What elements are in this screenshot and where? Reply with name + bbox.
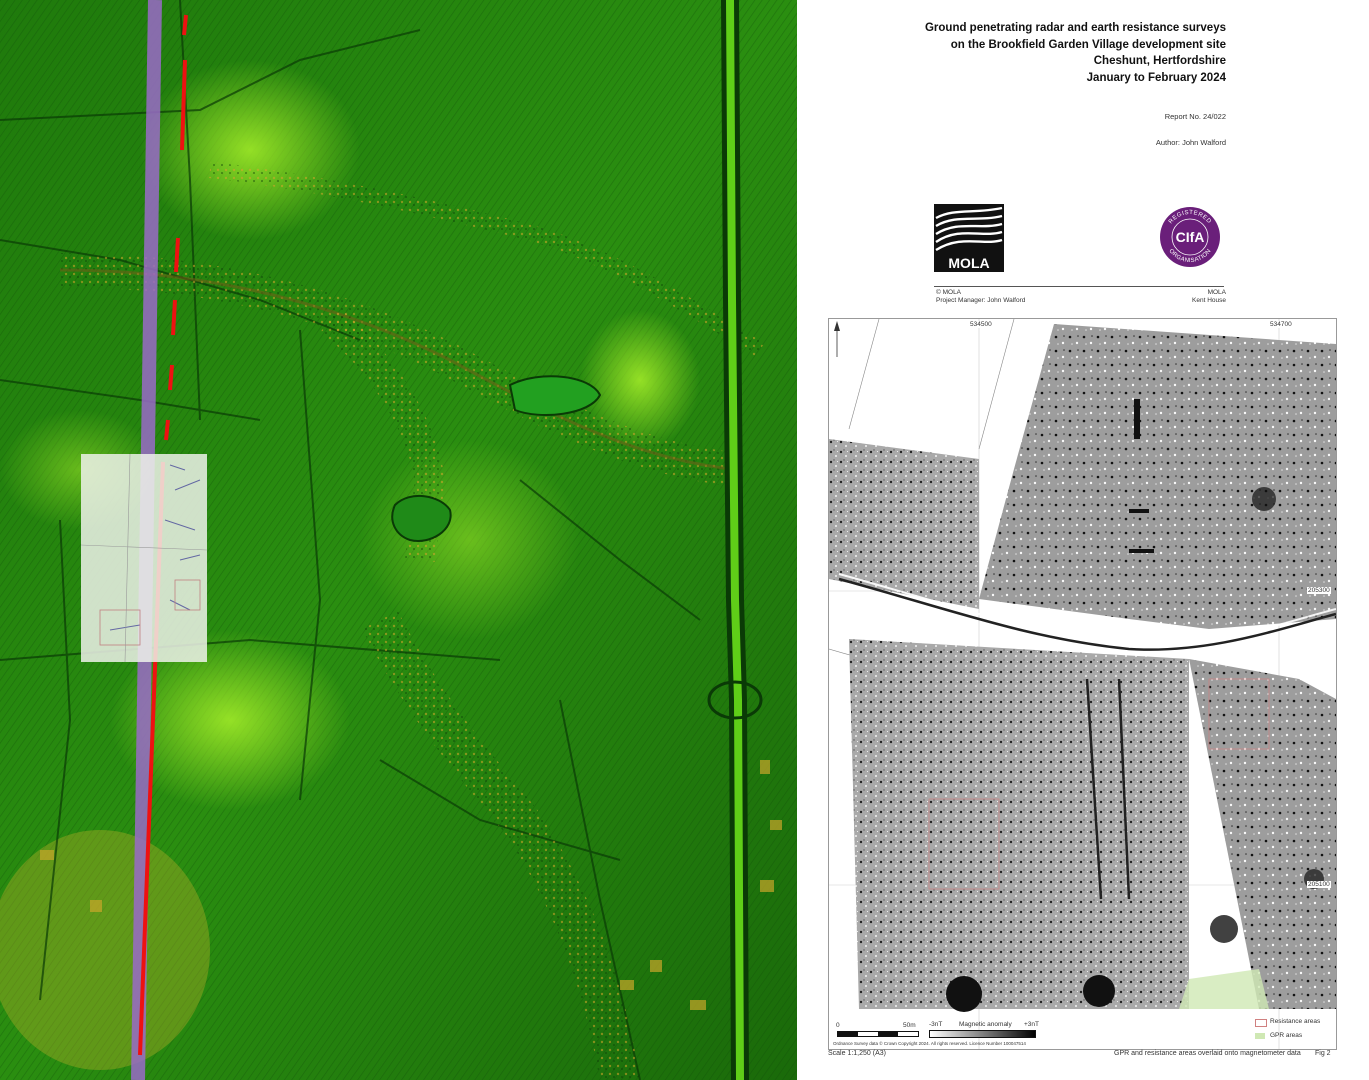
survey-inset-overlay [80, 453, 208, 663]
footer-copyright: © MOLA [936, 289, 962, 296]
report-author: Author: John Walford [1155, 138, 1226, 147]
footer-left: © MOLA Project Manager: John Walford [936, 289, 1025, 305]
title-line-2: on the Brookfield Garden Village develop… [950, 38, 1226, 51]
grid-x-label-2: 534700 [1269, 321, 1293, 328]
mag-title-label: Magnetic anomaly [959, 1021, 1012, 1028]
footer-org: MOLA [1207, 289, 1226, 296]
lidar-terrain-image [0, 0, 797, 1080]
mag-min-label: -3nT [929, 1021, 943, 1028]
magnetometer-map: 534500 534700 205300 205100 0 50m -3nT M… [828, 318, 1337, 1050]
svg-text:CIfA: CIfA [1176, 229, 1205, 245]
footer-address: Kent House [1192, 297, 1226, 304]
scale-zero: 0 [836, 1022, 840, 1029]
title-line-1: Ground penetrating radar and earth resis… [924, 22, 1226, 34]
report-number: Report No. 24/022 [1164, 112, 1226, 121]
header-rule [934, 286, 1224, 287]
resistance-legend-swatch [1255, 1019, 1267, 1027]
mola-logo: MOLA [934, 204, 1004, 272]
scale-label: Scale 1:1,250 (A3) [828, 1050, 886, 1057]
grid-y-label-2: 205100 [1307, 881, 1331, 888]
cifa-logo: REGISTERED ORGANISATION CIfA [1160, 207, 1220, 267]
title-line-3: Cheshunt, Hertfordshire [1093, 55, 1226, 67]
report-panel: Ground penetrating radar and earth resis… [797, 0, 1369, 1080]
grid-y-label-1: 205300 [1307, 587, 1331, 594]
gpr-legend-label: GPR areas [1270, 1032, 1303, 1039]
os-copyright: Ordnance Survey data © Crown Copyright 2… [833, 1041, 1026, 1046]
figure-caption: GPR and resistance areas overlaid onto m… [1114, 1050, 1301, 1057]
footer-right: MOLA Kent House [1192, 289, 1226, 305]
scale-bar [837, 1031, 919, 1037]
gpr-legend-swatch [1255, 1033, 1265, 1039]
lidar-map-panel [0, 0, 797, 1080]
magnetic-gradient-legend [929, 1030, 1036, 1038]
grid-x-label-1: 534500 [969, 321, 993, 328]
svg-text:MOLA: MOLA [948, 255, 989, 271]
magnetometer-image [829, 319, 1336, 1049]
resistance-legend-label: Resistance areas [1270, 1018, 1321, 1025]
footer-project-manager: Project Manager: John Walford [936, 297, 1026, 304]
report-title: Ground penetrating radar and earth resis… [925, 20, 1226, 86]
mag-max-label: +3nT [1024, 1021, 1039, 1028]
figure-number: Fig 2 [1315, 1050, 1331, 1057]
scale-end: 50m [903, 1022, 916, 1029]
north-arrow-icon [834, 321, 840, 357]
title-line-4: January to February 2024 [1086, 71, 1226, 84]
